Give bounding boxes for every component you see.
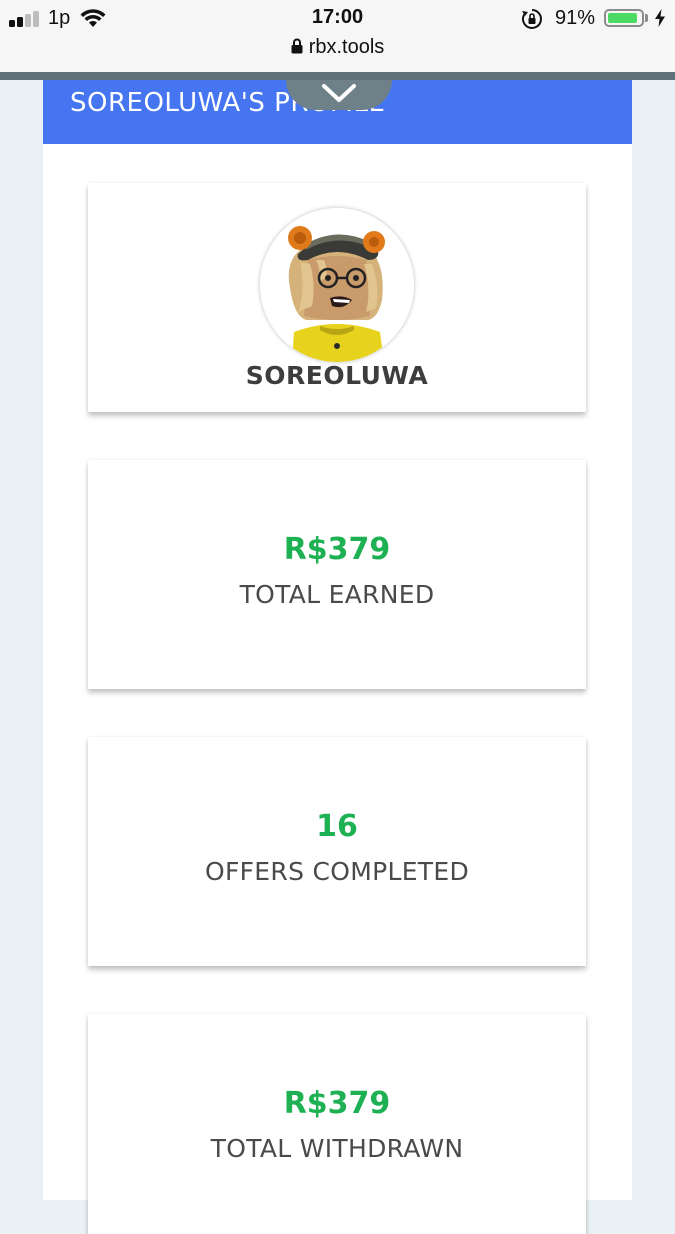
rotation-lock-icon xyxy=(522,9,542,29)
battery-percentage: 91% xyxy=(555,7,596,29)
chevron-down-icon[interactable] xyxy=(321,83,357,103)
battery-level-fill xyxy=(608,13,637,23)
avatar-image xyxy=(260,208,414,362)
stat-card-offers-completed: 16 OFFERS COMPLETED xyxy=(88,737,586,966)
total-withdrawn-label: TOTAL WITHDRAWN xyxy=(210,1134,464,1163)
battery-icon xyxy=(604,9,644,27)
username: SOREOLUWA xyxy=(245,361,429,390)
status-bar: 1p 17:00 91% xyxy=(0,0,675,38)
total-withdrawn-value: R$379 xyxy=(283,1086,391,1121)
profile-card: SOREOLUWA xyxy=(88,183,586,412)
offers-completed-value: 16 xyxy=(316,809,358,844)
charging-icon xyxy=(655,9,665,27)
total-earned-label: TOTAL EARNED xyxy=(239,580,435,609)
avatar xyxy=(260,208,414,362)
stat-card-total-earned: R$379 TOTAL EARNED xyxy=(88,460,586,689)
url-text: rbx.tools xyxy=(308,36,385,58)
offers-completed-label: OFFERS COMPLETED xyxy=(204,857,470,886)
browser-chrome-divider xyxy=(0,72,675,80)
lock-icon xyxy=(291,38,303,54)
total-earned-value: R$379 xyxy=(283,532,391,567)
battery-tip xyxy=(645,14,648,22)
stat-card-total-withdrawn: R$379 TOTAL WITHDRAWN xyxy=(88,1014,586,1234)
address-bar[interactable]: rbx.tools xyxy=(0,36,675,62)
browser-chrome: 1p 17:00 91% rbx.tools xyxy=(0,0,675,72)
